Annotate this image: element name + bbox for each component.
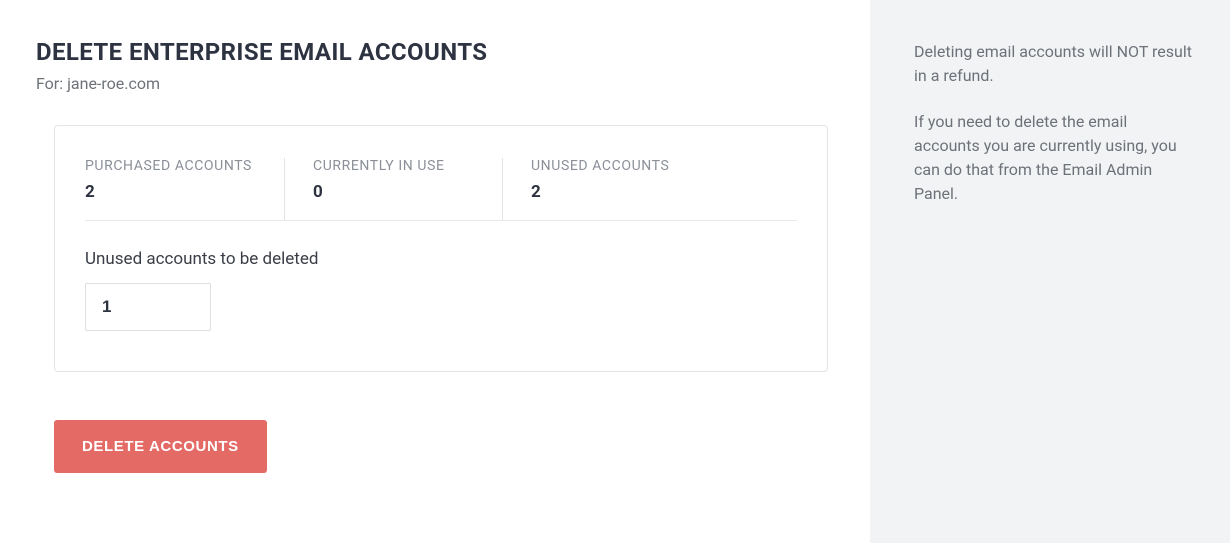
stat-purchased-value: 2 — [85, 182, 276, 202]
delete-count-label: Unused accounts to be deleted — [85, 249, 797, 269]
stat-purchased-label: PURCHASED ACCOUNTS — [85, 158, 276, 174]
stat-unused: UNUSED ACCOUNTS 2 — [531, 158, 691, 220]
accounts-card: PURCHASED ACCOUNTS 2 CURRENTLY IN USE 0 … — [54, 125, 828, 372]
info-sidebar: Deleting email accounts will NOT result … — [870, 0, 1230, 543]
main-content: DELETE ENTERPRISE EMAIL ACCOUNTS For: ja… — [0, 0, 870, 543]
stat-in-use-value: 0 — [313, 182, 494, 202]
stat-in-use-label: CURRENTLY IN USE — [313, 158, 494, 174]
for-domain-label: For: jane-roe.com — [36, 74, 834, 93]
sidebar-note-admin-panel: If you need to delete the email accounts… — [914, 110, 1194, 206]
stat-unused-label: UNUSED ACCOUNTS — [531, 158, 683, 174]
delete-accounts-button[interactable]: DELETE ACCOUNTS — [54, 420, 267, 473]
delete-count-input[interactable] — [85, 283, 211, 331]
page-title: DELETE ENTERPRISE EMAIL ACCOUNTS — [36, 38, 834, 66]
stats-row: PURCHASED ACCOUNTS 2 CURRENTLY IN USE 0 … — [85, 158, 797, 221]
stat-in-use: CURRENTLY IN USE 0 — [313, 158, 503, 220]
stat-unused-value: 2 — [531, 182, 683, 202]
sidebar-note-refund: Deleting email accounts will NOT result … — [914, 40, 1194, 88]
stat-purchased: PURCHASED ACCOUNTS 2 — [85, 158, 285, 220]
